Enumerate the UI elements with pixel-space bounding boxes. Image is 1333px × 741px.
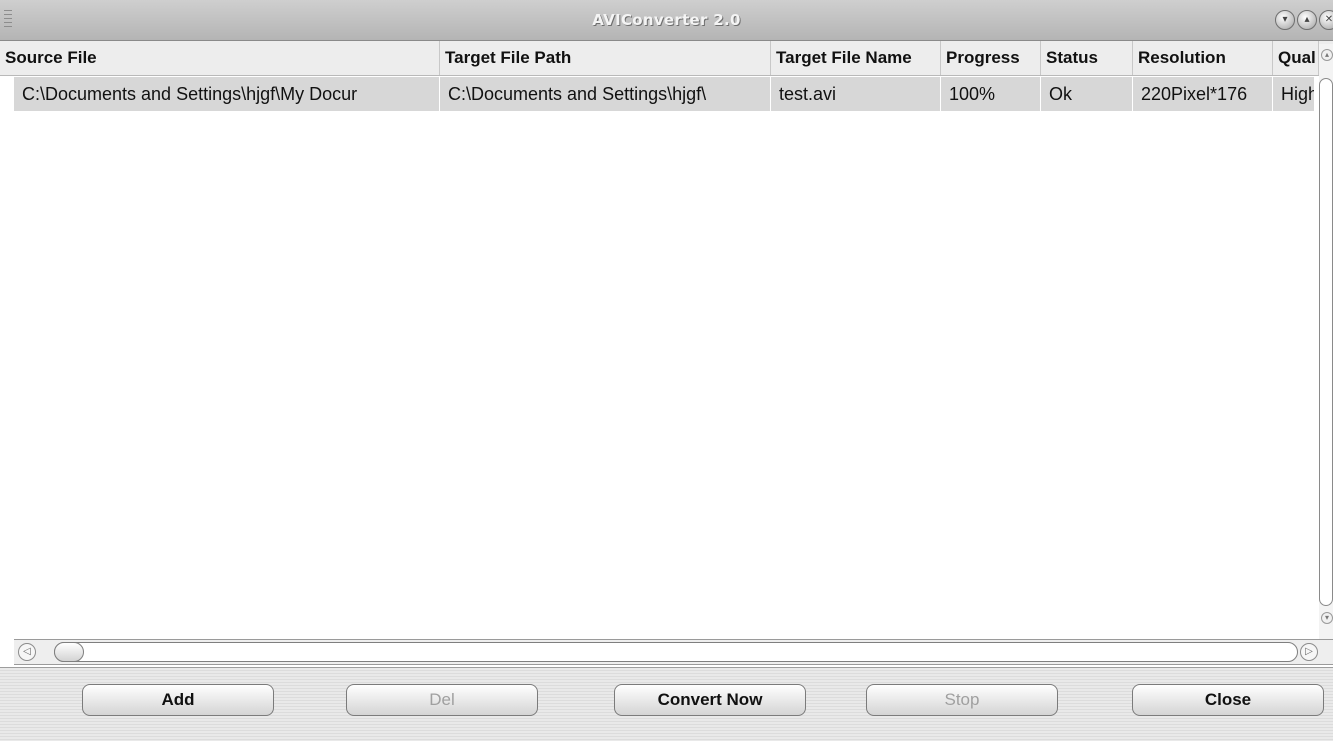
- cell-target-file-path: C:\Documents and Settings\hjgf\: [440, 77, 771, 111]
- del-button[interactable]: Del: [346, 684, 538, 716]
- column-header-target-file-name[interactable]: Target File Name: [771, 41, 941, 75]
- cell-status: Ok: [1041, 77, 1133, 111]
- cell-resolution: 220Pixel*176: [1133, 77, 1273, 111]
- cell-source-file: C:\Documents and Settings\hjgf\My Docur: [14, 77, 440, 111]
- scroll-down-icon[interactable]: ▾: [1321, 612, 1333, 624]
- maximize-icon[interactable]: ▴: [1297, 10, 1317, 30]
- title-bar[interactable]: AVIConverter 2.0 ▾ ▴ ✕: [0, 0, 1333, 41]
- horizontal-scroll-thumb[interactable]: [54, 642, 84, 662]
- close-icon[interactable]: ✕: [1319, 10, 1333, 30]
- scroll-up-icon[interactable]: ▴: [1321, 49, 1333, 61]
- table-row[interactable]: C:\Documents and Settings\hjgf\My Docur …: [14, 77, 1314, 112]
- cell-progress: 100%: [941, 77, 1041, 111]
- cell-target-file-name: test.avi: [771, 77, 941, 111]
- scroll-left-icon[interactable]: ◁: [18, 643, 36, 661]
- table-header: Source File Target File Path Target File…: [0, 41, 1333, 76]
- column-header-source-file[interactable]: Source File: [0, 41, 440, 75]
- cell-quality: High: [1281, 84, 1314, 104]
- close-button[interactable]: Close: [1132, 684, 1324, 716]
- scroll-right-icon[interactable]: ▷: [1300, 643, 1318, 661]
- column-header-target-file-path[interactable]: Target File Path: [440, 41, 771, 75]
- column-header-quality[interactable]: Qual: [1273, 41, 1319, 75]
- convert-now-button[interactable]: Convert Now: [614, 684, 806, 716]
- column-header-resolution[interactable]: Resolution: [1133, 41, 1273, 75]
- window-title: AVIConverter 2.0: [592, 11, 741, 29]
- add-button[interactable]: Add: [82, 684, 274, 716]
- app-window: AVIConverter 2.0 ▾ ▴ ✕ Source File Targe…: [0, 0, 1333, 741]
- minimize-icon[interactable]: ▾: [1275, 10, 1295, 30]
- column-header-status[interactable]: Status: [1041, 41, 1133, 75]
- horizontal-scroll-track[interactable]: [54, 642, 1298, 662]
- stop-button[interactable]: Stop: [866, 684, 1058, 716]
- vertical-scroll-thumb[interactable]: [1319, 78, 1333, 606]
- table-body[interactable]: [14, 111, 1314, 639]
- column-header-progress[interactable]: Progress: [941, 41, 1041, 75]
